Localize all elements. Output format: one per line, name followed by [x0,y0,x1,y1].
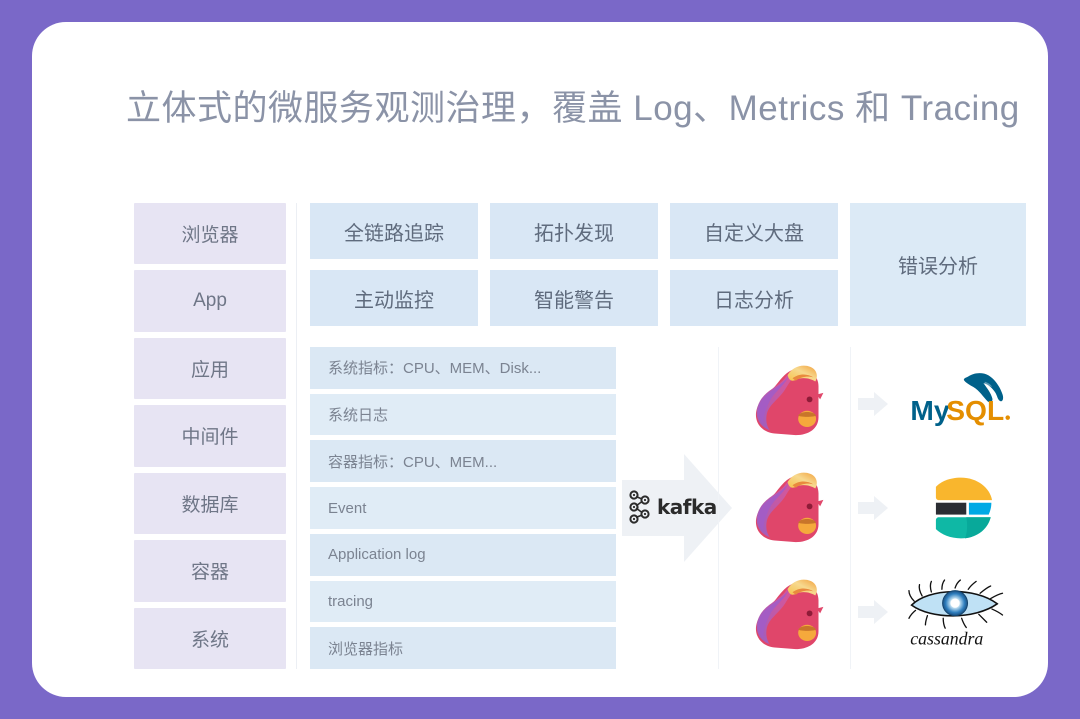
stream-processor-column [722,347,850,669]
apache-flink-logo [755,365,824,435]
source-row-system-metrics[interactable]: 系统指标：CPU、MEM、Disk... [310,347,616,389]
sidebar-item-label: 数据库 [181,494,239,516]
arrow-right-icon [858,392,888,416]
sidebar-item-label: 浏览器 [181,225,239,247]
source-row-label: tracing [328,592,374,610]
feature-box-label: 拓扑发现 [534,222,614,245]
source-row-label: 系统指标：CPU、MEM、Disk... [328,360,542,378]
sidebar-item-system[interactable]: 系统 [134,607,286,669]
source-layer-sidebar: 浏览器 App 应用 中间件 数据库 容器 系统 [134,203,286,669]
arrow-right-icon [858,496,888,520]
feature-box-label: 错误分析 [898,256,978,278]
storage-cell-mysql: My SQL [897,351,1025,451]
feature-box-label: 日志分析 [714,289,794,312]
svg-text:My: My [910,395,949,426]
source-row-label: Application log [328,546,426,564]
feature-box-error-analysis[interactable]: 错误分析 [850,203,1026,326]
data-source-list: 系统指标：CPU、MEM、Disk... 系统日志 容器指标：CPU、MEM..… [310,347,616,670]
kafka-logo: kafka [628,487,724,527]
feature-box-log-analysis[interactable]: 日志分析 [670,270,838,326]
source-row-label: 系统日志 [328,407,389,425]
feature-box-topology-discovery[interactable]: 拓扑发现 [490,203,658,259]
arrow-right-icon [858,600,888,624]
source-row-container-metrics[interactable]: 容器指标：CPU、MEM... [310,440,616,483]
sidebar-item-app[interactable]: App [134,270,286,332]
page-title: 立体式的微服务观测治理，覆盖 Log、Metrics 和 Tracing [126,89,1020,128]
data-pipeline-section: 系统指标：CPU、MEM、Disk... 系统日志 容器指标：CPU、MEM..… [310,347,1026,670]
feature-box-label: 智能警告 [534,289,614,312]
sidebar-item-label: 系统 [190,629,229,651]
sidebar-item-label: 容器 [190,562,229,584]
source-row-tracing[interactable]: tracing [310,580,616,623]
kafka-wordmark: kafka [657,495,717,519]
sidebar-item-container[interactable]: 容器 [134,540,286,602]
slide-background: 立体式的微服务观测治理，覆盖 Log、Metrics 和 Tracing 浏览器… [0,0,1080,719]
mysql-logo: My SQL [910,372,1010,426]
elasticsearch-logo [935,477,993,539]
sidebar-item-application[interactable]: 应用 [134,337,286,400]
apache-flink-logo [755,472,824,543]
sidebar-item-browser[interactable]: 浏览器 [134,203,286,265]
capability-grid: 全链路追踪 拓扑发现 自定义大盘 主动监控 智能警告 日志分析 [310,203,838,326]
source-row-label: Event [328,499,367,517]
sidebar-item-middleware[interactable]: 中间件 [134,405,286,467]
svg-text:SQL: SQL [946,395,1004,426]
feature-box-smart-alerting[interactable]: 智能警告 [490,270,658,326]
sidebar-item-label: App [193,290,227,312]
sidebar-item-label: 中间件 [181,427,239,449]
source-row-system-log[interactable]: 系统日志 [310,393,616,436]
source-row-event[interactable]: Event [310,487,616,529]
storage-column: My SQL cassandra [896,347,1026,669]
feature-box-active-monitoring[interactable]: 主动监控 [310,270,478,326]
storage-cell-cassandra: cassandra [897,565,1025,665]
feature-box-label: 主动监控 [354,289,434,312]
cassandra-logo: cassandra [908,579,1004,649]
pipeline-divider-left [718,347,719,669]
feature-box-full-trace[interactable]: 全链路追踪 [310,203,478,259]
feature-box-custom-dashboard[interactable]: 自定义大盘 [670,203,838,259]
source-row-browser-metrics[interactable]: 浏览器指标 [310,627,616,670]
source-row-application-log[interactable]: Application log [310,533,616,576]
apache-flink-logo [755,579,824,650]
feature-box-label: 全链路追踪 [344,222,444,245]
sidebar-item-database[interactable]: 数据库 [134,472,286,535]
pipeline-divider-right [850,347,851,669]
storage-cell-elasticsearch [897,458,1025,558]
source-row-label: 容器指标：CPU、MEM... [328,453,498,471]
pipeline-connector-arrows [856,347,890,669]
sidebar-divider [296,203,297,669]
kafka-icon [629,490,650,524]
feature-box-label: 自定义大盘 [704,222,804,245]
cassandra-wordmark: cassandra [910,629,983,649]
slide-card: 立体式的微服务观测治理，覆盖 Log、Metrics 和 Tracing 浏览器… [32,22,1048,697]
capability-section: 全链路追踪 拓扑发现 自定义大盘 主动监控 智能警告 日志分析 错误分析 [310,203,1026,326]
sidebar-item-label: 应用 [190,360,229,382]
source-row-label: 浏览器指标 [328,640,404,658]
